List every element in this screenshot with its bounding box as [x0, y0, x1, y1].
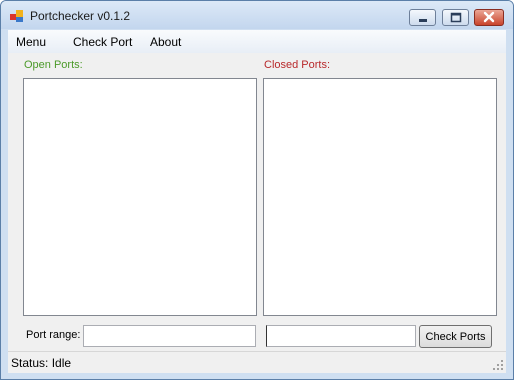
title-bar[interactable]: Portchecker v0.1.2	[1, 1, 513, 29]
port-range-label: Port range:	[26, 329, 81, 341]
maximize-icon	[450, 12, 462, 23]
close-button[interactable]	[474, 9, 504, 26]
open-ports-label: Open Ports:	[24, 59, 83, 71]
port-range-from-input[interactable]	[83, 325, 256, 347]
resize-grip-icon[interactable]	[492, 359, 504, 371]
status-bar: Status: Idle	[8, 351, 506, 373]
maximize-button[interactable]	[442, 9, 469, 26]
menu-item-menu[interactable]: Menu	[16, 35, 46, 49]
open-ports-list[interactable]	[23, 78, 257, 316]
check-ports-button[interactable]: Check Ports	[419, 325, 492, 348]
closed-ports-list[interactable]	[263, 78, 497, 316]
port-range-to-input[interactable]	[266, 325, 416, 347]
menu-item-check-port[interactable]: Check Port	[73, 35, 132, 49]
menu-item-about[interactable]: About	[150, 35, 181, 49]
status-text: Status: Idle	[11, 356, 72, 370]
close-icon	[483, 11, 495, 23]
minimize-button[interactable]	[409, 9, 436, 26]
minimize-icon	[419, 19, 427, 22]
window-title: Portchecker v0.1.2	[30, 9, 131, 23]
menu-bar: Menu Check Port About	[8, 30, 506, 53]
app-icon	[10, 10, 23, 22]
client-area: Menu Check Port About Open Ports: Closed…	[8, 30, 506, 373]
main-form: Open Ports: Closed Ports: Port range: Ch…	[8, 53, 506, 351]
app-window: Portchecker v0.1.2 Menu Check Port About…	[0, 0, 514, 380]
closed-ports-label: Closed Ports:	[264, 59, 331, 71]
